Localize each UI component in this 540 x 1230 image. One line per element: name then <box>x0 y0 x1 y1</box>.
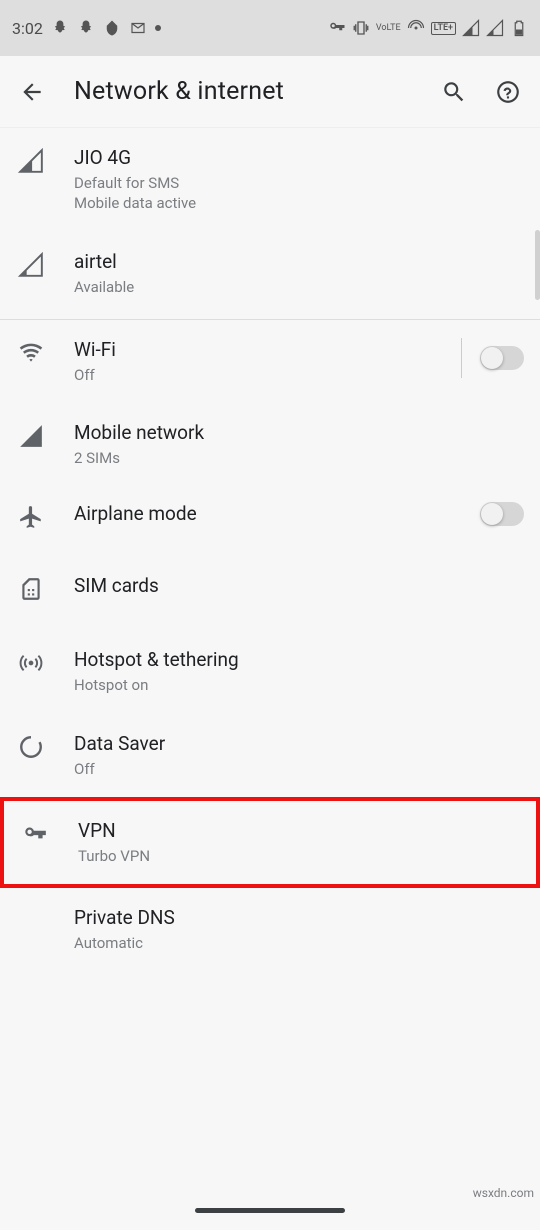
item-title: Hotspot & tethering <box>74 648 524 671</box>
scrollbar-thumb[interactable] <box>535 230 540 300</box>
status-time: 3:02 <box>12 19 43 38</box>
item-subtitle: Hotspot on <box>74 675 524 695</box>
airplane-icon <box>18 502 74 530</box>
item-title: SIM cards <box>74 574 524 597</box>
search-icon <box>441 79 467 105</box>
wifi-toggle[interactable] <box>480 346 524 370</box>
item-title: Airplane mode <box>74 502 472 525</box>
signal-icon <box>18 146 74 174</box>
snapchat-icon <box>77 19 95 37</box>
sim-subtitle: Default for SMSMobile data active <box>74 173 524 214</box>
vibrate-icon <box>352 19 370 37</box>
signal-full-icon <box>18 421 74 449</box>
divider <box>461 338 462 378</box>
signal-icon <box>18 250 74 278</box>
battery-icon <box>510 19 528 37</box>
help-icon <box>495 79 521 105</box>
signal-icon <box>462 19 480 37</box>
vpn-key-icon <box>22 819 78 847</box>
airplane-mode-row[interactable]: Airplane mode <box>0 486 540 558</box>
sim-name: airtel <box>74 250 524 273</box>
item-subtitle: Automatic <box>74 933 524 953</box>
hotspot-icon <box>18 648 74 676</box>
hotspot-row[interactable]: Hotspot & tethering Hotspot on <box>0 630 540 713</box>
sim-cards-row[interactable]: SIM cards <box>0 558 540 630</box>
item-subtitle: Turbo VPN <box>78 846 520 866</box>
item-title: Private DNS <box>74 906 524 929</box>
settings-list: JIO 4G Default for SMSMobile data active… <box>0 128 540 971</box>
item-title: VPN <box>78 819 520 842</box>
wifi-row[interactable]: Wi-Fi Off <box>0 320 540 403</box>
back-arrow-icon <box>19 79 45 105</box>
nav-handle <box>195 1208 345 1213</box>
item-title: Mobile network <box>74 421 524 444</box>
item-title: Data Saver <box>74 732 524 755</box>
more-notifications-dot <box>155 25 161 31</box>
item-subtitle: Off <box>74 759 524 779</box>
blank-icon <box>18 906 74 908</box>
airplane-toggle[interactable] <box>480 502 524 526</box>
volte-indicator: VoLTE <box>376 24 401 33</box>
app-bar: Network & internet <box>0 56 540 128</box>
sim-subtitle: Available <box>74 277 524 297</box>
search-button[interactable] <box>436 74 472 110</box>
mobile-network-row[interactable]: Mobile network 2 SIMs <box>0 403 540 486</box>
data-saver-row[interactable]: Data Saver Off <box>0 714 540 797</box>
do-not-disturb-icon <box>103 19 121 37</box>
hotspot-indicator-icon <box>407 19 425 37</box>
gmail-icon <box>129 19 147 37</box>
sim-row-airtel[interactable]: airtel Available <box>0 232 540 315</box>
signal-icon <box>486 19 504 37</box>
page-title: Network & internet <box>74 77 284 106</box>
data-saver-icon <box>18 732 74 760</box>
private-dns-row[interactable]: Private DNS Automatic <box>0 888 540 971</box>
item-subtitle: 2 SIMs <box>74 448 524 468</box>
snapchat-icon <box>51 19 69 37</box>
gesture-nav-bar[interactable] <box>0 1190 540 1230</box>
item-subtitle: Off <box>74 365 453 385</box>
vpn-key-icon <box>328 19 346 37</box>
vpn-row[interactable]: VPN Turbo VPN <box>0 797 540 888</box>
wifi-icon <box>18 338 74 366</box>
status-bar: 3:02 VoLTE LTE+ <box>0 0 540 56</box>
back-button[interactable] <box>14 74 50 110</box>
sim-name: JIO 4G <box>74 146 524 169</box>
item-title: Wi-Fi <box>74 338 453 361</box>
sim-card-icon <box>18 574 74 602</box>
sim-row-jio[interactable]: JIO 4G Default for SMSMobile data active <box>0 128 540 232</box>
lte-indicator: LTE+ <box>431 22 456 35</box>
help-button[interactable] <box>490 74 526 110</box>
